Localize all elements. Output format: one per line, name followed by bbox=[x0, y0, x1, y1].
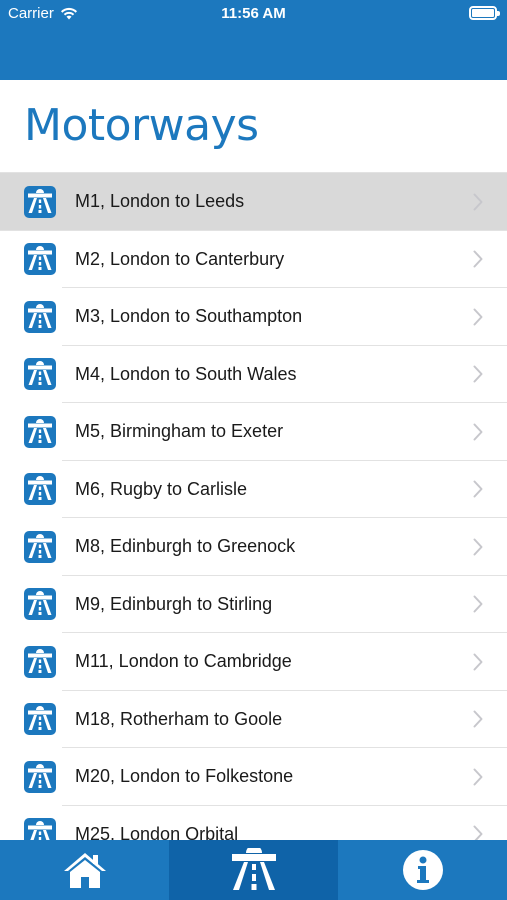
chevron-right-icon bbox=[473, 250, 483, 268]
motorway-label: M5, Birmingham to Exeter bbox=[75, 421, 284, 442]
title-area: Motorways bbox=[0, 80, 507, 172]
list-item[interactable]: M20, London to Folkestone bbox=[0, 748, 507, 806]
list-item[interactable]: M25, London Orbital bbox=[0, 805, 507, 840]
motorway-label: M4, London to South Wales bbox=[75, 363, 297, 384]
list-item[interactable]: M5, Birmingham to Exeter bbox=[0, 403, 507, 461]
chevron-right-icon bbox=[473, 193, 483, 211]
chevron-right-icon bbox=[473, 825, 483, 840]
motorway-list[interactable]: M1, London to Leeds M2, London to Canterb… bbox=[0, 172, 507, 840]
chevron-right-icon bbox=[473, 710, 483, 728]
motorway-sign-icon bbox=[24, 530, 56, 563]
tab-home[interactable] bbox=[0, 840, 169, 900]
motorway-icon bbox=[231, 848, 276, 890]
list-item[interactable]: M11, London to Cambridge bbox=[0, 633, 507, 691]
motorway-label: M2, London to Canterbury bbox=[75, 248, 285, 269]
motorway-sign-icon bbox=[24, 300, 56, 333]
motorway-sign-icon bbox=[24, 588, 56, 621]
page-title: Motorways bbox=[24, 100, 259, 151]
list-item[interactable]: M1, London to Leeds bbox=[0, 173, 507, 231]
clock: 11:56 AM bbox=[221, 5, 286, 22]
list-item[interactable]: M9, Edinburgh to Stirling bbox=[0, 575, 507, 633]
motorway-sign-icon bbox=[24, 415, 56, 448]
motorway-sign-icon bbox=[24, 645, 56, 678]
motorway-sign-icon bbox=[24, 703, 56, 736]
home-icon bbox=[63, 853, 106, 888]
list-item[interactable]: M3, London to Southampton bbox=[0, 288, 507, 346]
motorway-sign-icon bbox=[24, 473, 56, 506]
motorway-sign-icon bbox=[24, 243, 56, 276]
chevron-right-icon bbox=[473, 595, 483, 613]
chevron-right-icon bbox=[473, 308, 483, 326]
motorway-label: M9, Edinburgh to Stirling bbox=[75, 593, 273, 614]
motorway-sign-icon bbox=[24, 358, 56, 391]
motorway-label: M11, London to Cambridge bbox=[75, 651, 292, 672]
motorway-label: M18, Rotherham to Goole bbox=[75, 708, 283, 729]
chevron-right-icon bbox=[473, 653, 483, 671]
chevron-right-icon bbox=[473, 538, 483, 556]
chevron-right-icon bbox=[473, 480, 483, 498]
list-item[interactable]: M6, Rugby to Carlisle bbox=[0, 460, 507, 518]
list-item[interactable]: M18, Rotherham to Goole bbox=[0, 690, 507, 748]
tab-motorways[interactable] bbox=[169, 840, 338, 900]
motorway-label: M3, London to Southampton bbox=[75, 306, 303, 327]
list-item[interactable]: M2, London to Canterbury bbox=[0, 230, 507, 288]
motorway-label: M25, London Orbital bbox=[75, 823, 239, 840]
chevron-right-icon bbox=[473, 423, 483, 441]
motorway-sign-icon bbox=[24, 818, 56, 840]
list-item[interactable]: M8, Edinburgh to Greenock bbox=[0, 518, 507, 576]
battery-icon bbox=[469, 6, 500, 20]
status-bar: Carrier 11:56 AM bbox=[0, 0, 507, 80]
motorway-sign-icon bbox=[24, 760, 56, 793]
tab-info[interactable] bbox=[338, 840, 507, 900]
info-icon bbox=[402, 850, 443, 890]
motorway-label: M20, London to Folkestone bbox=[75, 766, 294, 787]
chevron-right-icon bbox=[473, 768, 483, 786]
motorway-label: M8, Edinburgh to Greenock bbox=[75, 536, 296, 557]
tab-bar bbox=[0, 840, 507, 900]
motorway-sign-icon bbox=[24, 185, 56, 218]
chevron-right-icon bbox=[473, 365, 483, 383]
motorway-label: M1, London to Leeds bbox=[75, 191, 245, 212]
list-item[interactable]: M4, London to South Wales bbox=[0, 345, 507, 403]
motorway-label: M6, Rugby to Carlisle bbox=[75, 478, 248, 499]
